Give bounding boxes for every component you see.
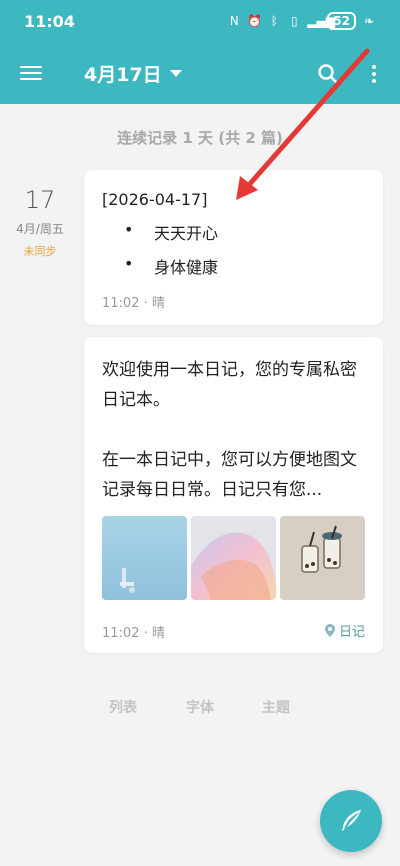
list-item: • 身体健康	[102, 254, 218, 278]
tag-label: 日记	[338, 625, 365, 640]
entry-weather: 晴	[151, 296, 165, 311]
more-vert-icon[interactable]	[370, 62, 378, 86]
leaf-icon: ❧	[363, 14, 375, 28]
vibrate-icon: ▯	[290, 14, 298, 28]
photo-strip	[102, 516, 365, 600]
entry-bullet-list: • 天天开心 • 身体健康	[102, 220, 218, 288]
entry-meta: 11:02 · 晴	[102, 292, 165, 311]
status-icons: N ⏰ ᛒ ▯ ▂▄▆ 52 ❧	[227, 12, 376, 30]
option-theme[interactable]: 主题	[262, 697, 290, 717]
meta-separator: ·	[143, 626, 152, 641]
bullet-mark: •	[124, 254, 134, 273]
entry-time: 11:02	[102, 296, 140, 311]
entry-weather: 晴	[151, 626, 165, 641]
entry-tag[interactable]: 日记	[324, 621, 365, 640]
diary-entry-card[interactable]: [2026-04-17] • 天天开心 • 身体健康 11:02 · 晴	[84, 170, 383, 325]
day-column: 17 4月/周五 未同步	[10, 186, 70, 259]
entry-meta: 11:02 · 晴	[102, 622, 165, 641]
bluetooth-icon: ᛒ	[270, 14, 278, 28]
entry-paragraph: 在一本日记中，您可以方便地图文记录每日日常。日记只有您...	[102, 450, 357, 500]
compose-button[interactable]	[320, 790, 382, 852]
option-font[interactable]: 字体	[186, 697, 214, 717]
alarm-icon: ⏰	[247, 14, 263, 28]
signal-icon: ▂▄▆	[307, 14, 335, 28]
search-icon[interactable]	[316, 62, 340, 86]
entry-time: 11:02	[102, 626, 140, 641]
option-list[interactable]: 列表	[109, 697, 137, 717]
battery-indicator: 52	[327, 12, 356, 30]
streak-summary: 连续记录 1 天 (共 2 篇)	[117, 129, 283, 147]
status-bar: 11:04 N ⏰ ᛒ ▯ ▂▄▆ 52 ❧	[0, 0, 400, 44]
date-selector[interactable]: 4月17日	[84, 60, 182, 87]
bullet-mark: •	[124, 220, 134, 239]
date-label: 4月17日	[84, 64, 162, 86]
meta-separator: ·	[143, 296, 152, 311]
caret-down-icon	[169, 70, 182, 77]
day-weekday: 4月/周五	[16, 222, 64, 236]
photo-thumbnail[interactable]	[102, 516, 187, 600]
app-header: 11:04 N ⏰ ᛒ ▯ ▂▄▆ 52 ❧ 4月17日	[0, 0, 400, 104]
toolbar: 4月17日	[0, 50, 400, 98]
sync-status: 未同步	[23, 245, 57, 258]
entry-body: 欢迎使用一本日记，您的专属私密日记本。 在一本日记中，您可以方便地图文记录每日日…	[102, 355, 368, 505]
location-pin-icon	[324, 624, 335, 637]
menu-icon[interactable]	[20, 62, 42, 82]
photo-thumbnail[interactable]	[280, 516, 365, 600]
photo-thumbnail[interactable]	[191, 516, 276, 600]
nfc-icon: N	[229, 14, 239, 28]
entry-paragraph: 欢迎使用一本日记，您的专属私密日记本。	[102, 360, 357, 410]
list-item-text: 天天开心	[154, 224, 219, 243]
list-item: • 天天开心	[102, 220, 218, 244]
diary-entry-card[interactable]: 欢迎使用一本日记，您的专属私密日记本。 在一本日记中，您可以方便地图文记录每日日…	[84, 337, 383, 653]
entry-date-text: [2026-04-17]	[102, 190, 208, 209]
day-number: 17	[24, 186, 56, 214]
feather-pen-icon	[342, 810, 361, 831]
status-time: 11:04	[24, 12, 75, 31]
list-item-text: 身体健康	[154, 258, 219, 277]
